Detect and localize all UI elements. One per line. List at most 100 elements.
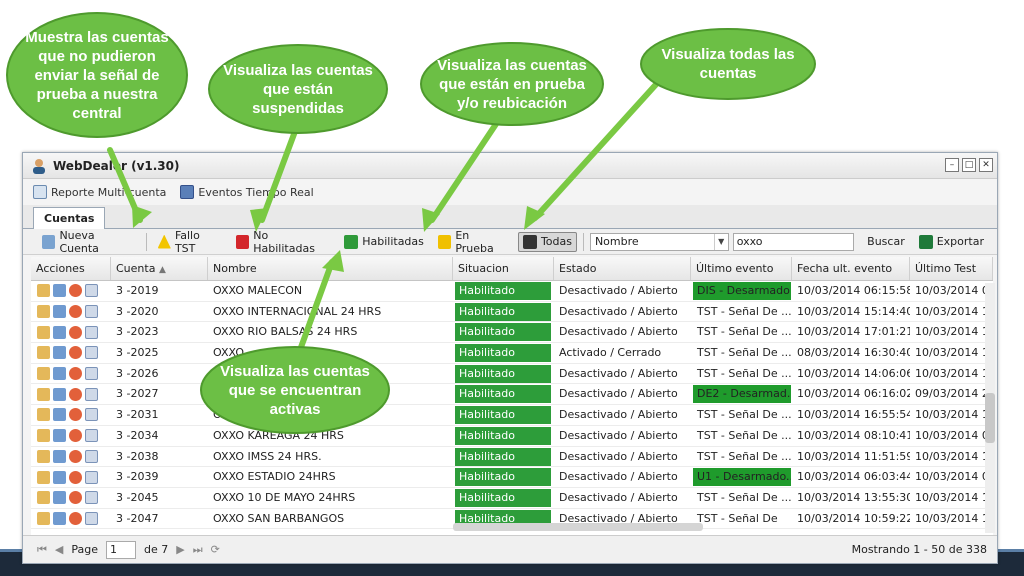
edit-icon[interactable]: [37, 284, 50, 298]
clock-icon[interactable]: [69, 367, 82, 381]
document-icon[interactable]: [85, 511, 98, 525]
close-button[interactable]: ✕: [979, 158, 993, 172]
col-ultimo-evento[interactable]: Último evento: [691, 257, 792, 280]
refresh-icon[interactable]: ⟳: [211, 543, 220, 556]
first-page-icon[interactable]: ⏮: [37, 543, 47, 557]
document-icon[interactable]: [85, 367, 98, 381]
clock-icon[interactable]: [69, 387, 82, 401]
edit-icon[interactable]: [37, 408, 50, 422]
fallo-test-button[interactable]: Fallo TST: [153, 226, 227, 258]
clock-icon[interactable]: [69, 429, 82, 443]
col-situacion[interactable]: Situacion: [453, 257, 554, 280]
table-row[interactable]: 3 -2027 OXXO Habilitado Desactivado / Ab…: [31, 384, 993, 406]
cell-ultimo-evento: DE2 - Desarmad...: [691, 384, 792, 404]
document-icon[interactable]: [85, 449, 98, 463]
users-icon[interactable]: [53, 449, 66, 463]
search-input[interactable]: oxxo: [732, 232, 855, 251]
table-row[interactable]: 3 -2031 OXXO Habilitado Desactivado / Ab…: [31, 405, 993, 426]
edit-icon[interactable]: [37, 491, 50, 505]
edit-icon[interactable]: [37, 449, 50, 463]
en-prueba-button[interactable]: En Prueba: [433, 226, 514, 258]
col-cuenta[interactable]: Cuenta ▲: [111, 257, 208, 280]
edit-icon[interactable]: [37, 387, 50, 401]
last-page-icon[interactable]: ⏭: [193, 543, 203, 557]
clock-icon[interactable]: [69, 408, 82, 422]
users-icon[interactable]: [53, 284, 66, 298]
table-row[interactable]: 3 -2025 OXXO Habilitado Activado / Cerra…: [31, 343, 993, 364]
edit-icon[interactable]: [37, 346, 50, 360]
document-icon[interactable]: [85, 346, 98, 360]
document-icon[interactable]: [85, 429, 98, 443]
search-button[interactable]: Buscar: [862, 232, 910, 251]
maximize-button[interactable]: □: [962, 158, 976, 172]
document-icon[interactable]: [85, 305, 98, 319]
tab-cuentas[interactable]: Cuentas: [33, 207, 106, 229]
col-acciones[interactable]: Acciones: [31, 257, 111, 280]
users-icon[interactable]: [53, 305, 66, 319]
evento-value: TST - Señal De: [697, 511, 778, 525]
clock-icon[interactable]: [69, 449, 82, 463]
todas-button[interactable]: Todas: [517, 231, 577, 252]
document-icon[interactable]: [85, 284, 98, 298]
users-icon[interactable]: [53, 511, 66, 525]
clock-icon[interactable]: [69, 470, 82, 484]
cell-ultimo-test: 10/03/2014 1: [915, 511, 989, 525]
edit-icon[interactable]: [37, 429, 50, 443]
clock-icon[interactable]: [69, 325, 82, 339]
users-icon[interactable]: [53, 367, 66, 381]
table-row[interactable]: 3 -2019 OXXO MALECON Habilitado Desactiv…: [31, 281, 993, 302]
vertical-scrollbar[interactable]: [985, 283, 995, 533]
row-actions: [31, 447, 111, 467]
habilitadas-button[interactable]: Habilitadas: [339, 232, 429, 252]
horizontal-scrollbar[interactable]: [453, 523, 703, 531]
table-row[interactable]: 3 -2023 OXXO RIO BALSAS 24 HRS Habilitad…: [31, 322, 993, 344]
edit-icon[interactable]: [37, 367, 50, 381]
table-row[interactable]: 3 -2020 OXXO INTERNACIONAL 24 HRS Habili…: [31, 302, 993, 323]
users-icon[interactable]: [53, 387, 66, 401]
document-icon[interactable]: [85, 325, 98, 339]
clock-icon[interactable]: [69, 346, 82, 360]
users-icon[interactable]: [53, 429, 66, 443]
document-icon[interactable]: [85, 387, 98, 401]
table-row[interactable]: 3 -2038 OXXO IMSS 24 HRS. Habilitado Des…: [31, 447, 993, 468]
new-account-button[interactable]: Nueva Cuenta: [37, 226, 140, 258]
cell-nombre: OXXO ESTADIO 24HRS: [213, 470, 336, 484]
next-page-icon[interactable]: ▶: [176, 543, 184, 556]
col-fecha-ult-evento[interactable]: Fecha ult. evento: [792, 257, 910, 280]
export-button[interactable]: Exportar: [914, 232, 989, 252]
page-input[interactable]: 1: [106, 540, 137, 559]
col-estado[interactable]: Estado: [554, 257, 691, 280]
clock-icon[interactable]: [69, 284, 82, 298]
table-row[interactable]: 3 -2026 OXXO Habilitado Desactivado / Ab…: [31, 364, 993, 385]
table-row[interactable]: 3 -2039 OXXO ESTADIO 24HRS Habilitado De…: [31, 467, 993, 488]
users-icon[interactable]: [53, 491, 66, 505]
prev-page-icon[interactable]: ◀: [55, 543, 63, 556]
menu-report-multi[interactable]: Reporte Multi-cuenta: [33, 185, 166, 199]
search-field-select[interactable]: Nombre ▼: [589, 232, 729, 251]
document-icon[interactable]: [85, 408, 98, 422]
table-row[interactable]: 3 -2034 OXXO KAREAGA 24 HRS Habilitado D…: [31, 426, 993, 447]
clock-icon[interactable]: [69, 305, 82, 319]
minimize-button[interactable]: –: [945, 158, 959, 172]
users-icon[interactable]: [53, 325, 66, 339]
clock-icon[interactable]: [69, 491, 82, 505]
edit-icon[interactable]: [37, 325, 50, 339]
users-icon[interactable]: [53, 408, 66, 422]
edit-icon[interactable]: [37, 511, 50, 525]
table-row[interactable]: 3 -2045 OXXO 10 DE MAYO 24HRS Habilitado…: [31, 488, 993, 509]
users-icon[interactable]: [53, 470, 66, 484]
pager: ⏮ ◀ Page 1 de 7 ▶ ⏭ ⟳ Mostrando 1 - 50 d…: [23, 535, 997, 563]
document-icon[interactable]: [85, 470, 98, 484]
evento-value: TST - Señal De ...: [697, 366, 792, 380]
menu-events-realtime[interactable]: Eventos Tiempo Real: [180, 185, 314, 199]
cell-estado: Desactivado / Abierto: [559, 449, 678, 463]
col-nombre[interactable]: Nombre: [208, 257, 453, 280]
clock-icon[interactable]: [69, 511, 82, 525]
edit-icon[interactable]: [37, 470, 50, 484]
edit-icon[interactable]: [37, 305, 50, 319]
no-habilitadas-button[interactable]: No Habilitadas: [231, 226, 335, 258]
document-icon[interactable]: [85, 491, 98, 505]
window-title: WebDealer (v1.30): [53, 158, 180, 173]
col-ultimo-test[interactable]: Último Test: [910, 257, 993, 280]
users-icon[interactable]: [53, 346, 66, 360]
